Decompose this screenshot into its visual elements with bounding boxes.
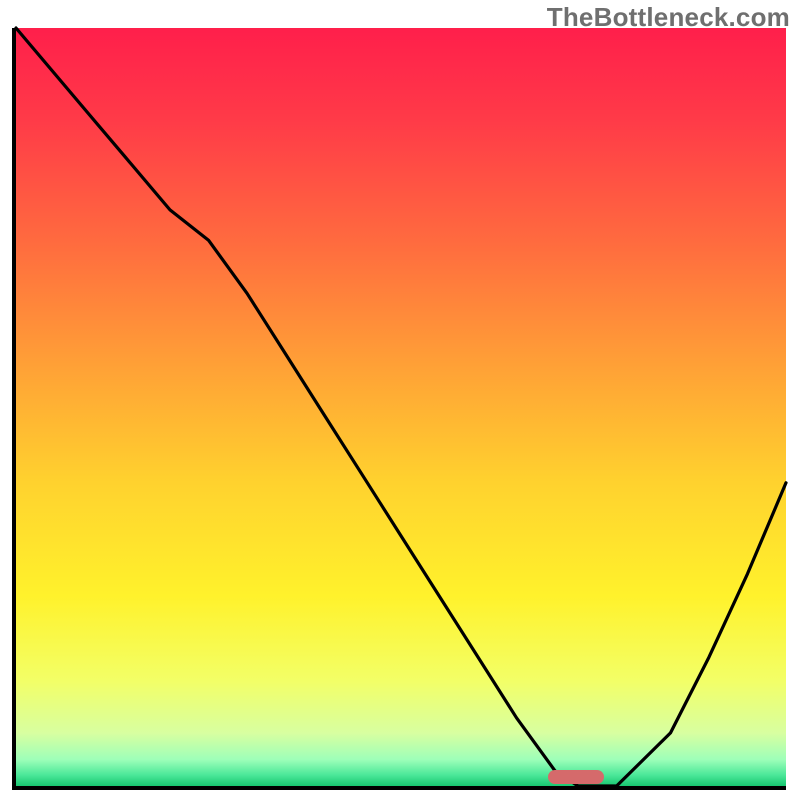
plot-background [16,28,786,786]
optimal-range-marker [548,770,604,784]
bottleneck-chart [0,0,800,800]
plot-frame-left [12,28,16,790]
plot-frame-bottom [12,786,786,790]
chart-stage: TheBottleneck.com [0,0,800,800]
